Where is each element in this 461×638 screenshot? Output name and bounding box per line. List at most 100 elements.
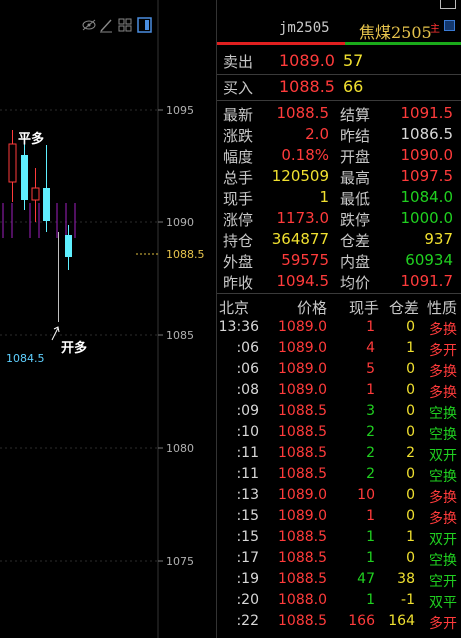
tick-row[interactable]: :10 1088.5 2 0 空换 bbox=[217, 424, 461, 445]
tick-row[interactable]: :13 1089.0 10 0 多换 bbox=[217, 487, 461, 508]
tick-oi-change: -1 bbox=[401, 592, 415, 608]
stat-row: 外盘 59575 内盘 60934 bbox=[217, 251, 461, 272]
tick-row[interactable]: :15 1088.5 1 1 双开 bbox=[217, 529, 461, 550]
tick-volume: 2 bbox=[366, 466, 375, 482]
tick-oi-change: 0 bbox=[406, 508, 415, 524]
ask-price: 1089.0 bbox=[279, 51, 335, 70]
stat-value: 1 bbox=[319, 188, 329, 206]
tick-row[interactable]: :08 1089.0 1 0 多换 bbox=[217, 382, 461, 403]
eye-icon[interactable] bbox=[82, 19, 96, 31]
tick-volume: 4 bbox=[366, 340, 375, 356]
stat-row: 持仓 364877 仓差 937 bbox=[217, 230, 461, 251]
expand-icon[interactable] bbox=[444, 20, 455, 31]
tick-time: :10 bbox=[236, 424, 259, 440]
tick-volume: 1 bbox=[366, 592, 375, 608]
tick-row[interactable]: :11 1088.5 2 2 双开 bbox=[217, 445, 461, 466]
stat-value: 1086.5 bbox=[400, 125, 454, 143]
tick-nature: 多换 bbox=[429, 385, 457, 401]
tick-nature: 多换 bbox=[429, 364, 457, 380]
tick-price: 1088.5 bbox=[278, 424, 327, 440]
tick-time: 13:36 bbox=[218, 319, 259, 335]
tick-time: :06 bbox=[236, 340, 259, 356]
tick-volume: 47 bbox=[357, 571, 375, 587]
stat-value: 120509 bbox=[271, 167, 329, 185]
candle bbox=[65, 235, 72, 257]
tick-nature: 多开 bbox=[429, 343, 457, 359]
tick-price: 1088.5 bbox=[278, 613, 327, 629]
tick-row[interactable]: :06 1089.0 5 0 多换 bbox=[217, 361, 461, 382]
tick-price: 1089.0 bbox=[278, 340, 327, 356]
stat-value: 1091.5 bbox=[400, 104, 454, 122]
stat-value: 1091.7 bbox=[400, 272, 454, 290]
panel-toggle-icon[interactable] bbox=[137, 17, 152, 33]
tick-nature: 多换 bbox=[429, 322, 457, 338]
stat-value: 0.18% bbox=[281, 146, 329, 164]
tick-nature: 多换 bbox=[429, 490, 457, 506]
divider bbox=[217, 74, 461, 75]
bid-strength-bar bbox=[217, 42, 345, 45]
tick-oi-change: 1 bbox=[406, 529, 415, 545]
tick-volume: 166 bbox=[348, 613, 375, 629]
annotation-close-long: 平多 bbox=[18, 131, 44, 147]
tick-row[interactable]: :19 1088.5 47 38 空开 bbox=[217, 571, 461, 592]
tick-time: :15 bbox=[236, 529, 259, 545]
tick-row[interactable]: :09 1088.5 3 0 空换 bbox=[217, 403, 461, 424]
stat-row: 总手 120509 最高 1097.5 bbox=[217, 167, 461, 188]
stat-label: 昨结 bbox=[340, 127, 371, 145]
candle bbox=[43, 188, 50, 221]
tick-row[interactable]: :20 1088.0 1 -1 双平 bbox=[217, 592, 461, 613]
tick-header-row: 北京 价格 现手 仓差 性质 bbox=[217, 297, 461, 318]
tick-price: 1089.0 bbox=[278, 382, 327, 398]
axis-ticks bbox=[158, 109, 163, 562]
tick-time: :06 bbox=[236, 361, 259, 377]
tick-oi-change: 0 bbox=[406, 487, 415, 503]
indicator-bars bbox=[2, 203, 76, 238]
stat-label: 幅度 bbox=[223, 148, 254, 166]
tick-time: :13 bbox=[236, 487, 259, 503]
axis-label-1075: 1075 bbox=[166, 555, 194, 568]
divider bbox=[217, 293, 461, 294]
tick-row[interactable]: :06 1089.0 4 1 多开 bbox=[217, 340, 461, 361]
pencil-icon[interactable] bbox=[100, 19, 112, 33]
bid-price: 1088.5 bbox=[279, 77, 335, 96]
tick-volume: 3 bbox=[366, 403, 375, 419]
tick-nature: 双开 bbox=[429, 448, 457, 464]
stat-label: 均价 bbox=[340, 274, 371, 292]
tick-volume: 1 bbox=[366, 508, 375, 524]
tick-volume: 2 bbox=[366, 445, 375, 461]
tick-volume: 10 bbox=[357, 487, 375, 503]
tick-row[interactable]: :11 1088.5 2 0 空换 bbox=[217, 466, 461, 487]
stat-label: 总手 bbox=[223, 169, 254, 187]
tick-row[interactable]: 13:36 1089.0 1 0 多换 bbox=[217, 319, 461, 340]
tick-oi-change: 0 bbox=[406, 382, 415, 398]
stat-value: 1094.5 bbox=[276, 272, 330, 290]
tick-time: :20 bbox=[236, 592, 259, 608]
col-price: 价格 bbox=[296, 299, 327, 317]
tick-row[interactable]: :17 1088.5 1 0 空换 bbox=[217, 550, 461, 571]
tick-price: 1088.5 bbox=[278, 466, 327, 482]
tick-price: 1088.5 bbox=[278, 403, 327, 419]
axis-label-1090: 1090 bbox=[166, 216, 194, 229]
grid-icon[interactable] bbox=[118, 18, 132, 32]
bid-volume: 66 bbox=[343, 77, 364, 96]
tick-oi-change: 164 bbox=[388, 613, 415, 629]
stat-label: 涨停 bbox=[223, 211, 254, 229]
stat-label: 最高 bbox=[340, 169, 371, 187]
tick-oi-change: 0 bbox=[406, 466, 415, 482]
tick-nature: 多换 bbox=[429, 511, 457, 527]
tick-row[interactable]: :22 1088.5 166 164 多开 bbox=[217, 613, 461, 634]
tick-price: 1088.5 bbox=[278, 445, 327, 461]
stat-value: 1173.0 bbox=[276, 209, 330, 227]
annotation-open-long: 开多 bbox=[61, 340, 87, 356]
candlestick-chart[interactable]: 1095 1090 1085 1080 1075 1088.5 平多 开多 10… bbox=[0, 0, 216, 638]
tick-nature: 双平 bbox=[429, 595, 457, 611]
tick-price: 1089.0 bbox=[278, 361, 327, 377]
tick-row[interactable]: :15 1089.0 1 0 多换 bbox=[217, 508, 461, 529]
bid-label: 买入 bbox=[223, 79, 254, 97]
tick-time: :22 bbox=[236, 613, 259, 629]
stat-label: 持仓 bbox=[223, 232, 254, 250]
tick-time: :17 bbox=[236, 550, 259, 566]
candles bbox=[8, 130, 72, 322]
quote-panel: jm2505 焦煤2505 主 卖出 1089.0 57 买入 1088.5 6… bbox=[217, 0, 461, 638]
tick-oi-change: 0 bbox=[406, 403, 415, 419]
